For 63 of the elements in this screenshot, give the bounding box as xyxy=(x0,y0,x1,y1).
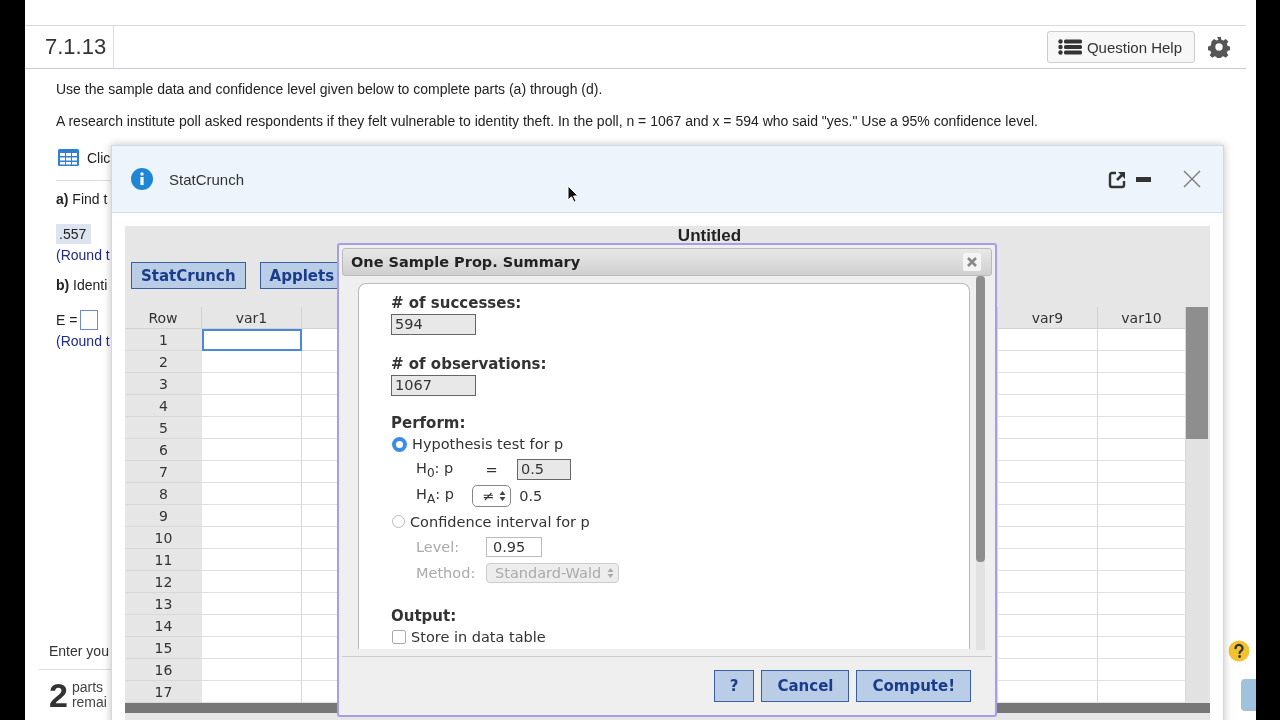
column-header[interactable]: var1 xyxy=(202,307,302,329)
radio-button[interactable] xyxy=(392,515,405,528)
answer-field[interactable]: .557 xyxy=(56,224,92,244)
scrollbar[interactable] xyxy=(976,276,985,650)
question-number: 7.1.13 xyxy=(25,26,115,68)
dialog-button[interactable]: ? xyxy=(713,670,755,702)
hint-text: (Round t xyxy=(56,333,110,349)
close-icon[interactable] xyxy=(1183,170,1201,188)
part-a-text: a) Find t xyxy=(56,191,108,207)
cursor-icon xyxy=(567,185,579,203)
answer-field[interactable] xyxy=(80,310,99,330)
column-header: Row xyxy=(125,307,202,329)
section-label: Perform: xyxy=(391,414,466,432)
option-label: Confidence interval for p xyxy=(410,513,590,530)
column-header[interactable]: var10 xyxy=(1098,307,1186,329)
hypothesis-label: H$_{0}$: p xyxy=(416,459,455,480)
instruction-text: A research institute poll asked respondents if they felt vulnerable to identity theft. In the poll, n = 1067 and x = 594 who said "yes." Use a 95% confidence level. xyxy=(56,113,1038,129)
value-text: 0.5 xyxy=(519,488,543,505)
hypothesis-label: H$_{A}$: p xyxy=(416,486,455,506)
checkbox-label: Store in data table xyxy=(411,628,546,645)
dialog-title: One Sample Prop. Summary xyxy=(351,254,581,270)
section-label: Output: xyxy=(391,606,457,625)
sheet-title: Untitled xyxy=(676,226,743,243)
parts-label: parts xyxy=(71,680,105,695)
menu-button[interactable]: StatCrunch xyxy=(131,262,246,289)
observations-field[interactable]: 1067 xyxy=(391,375,476,396)
question-help-button[interactable]: Question Help xyxy=(1046,31,1195,63)
field-label: # of observations: xyxy=(391,355,547,373)
table-cell[interactable] xyxy=(202,329,302,351)
prompt-text: Enter you xyxy=(49,643,109,659)
table-icon[interactable] xyxy=(58,149,79,166)
popout-icon[interactable] xyxy=(1108,169,1128,189)
successes-field[interactable]: 594 xyxy=(391,314,476,335)
dialog-button[interactable]: Compute! xyxy=(856,670,971,702)
sort-arrows-icon xyxy=(607,567,615,580)
sort-arrows-icon xyxy=(499,490,507,503)
instruction-text: Use the sample data and confidence level given below to complete parts (a) through (d). xyxy=(56,81,603,97)
null-value-field[interactable]: 0.5 xyxy=(517,459,571,481)
settings-icon[interactable] xyxy=(1208,36,1230,58)
parts-count: 2 xyxy=(49,675,68,715)
column-header[interactable]: var9 xyxy=(998,307,1098,329)
window-title: StatCrunch xyxy=(169,170,245,188)
checkbox[interactable] xyxy=(392,629,406,644)
list-icon xyxy=(1057,39,1082,55)
operator-dropdown[interactable]: ≠ xyxy=(472,485,512,508)
remaining-label: remai xyxy=(71,695,107,710)
tool-link[interactable]: Clic xyxy=(87,149,111,166)
scrollbar[interactable] xyxy=(1186,307,1208,703)
minimize-icon[interactable] xyxy=(1136,176,1151,182)
e-label: E = xyxy=(56,312,78,328)
field-label: # of successes: xyxy=(391,294,522,312)
radio-button[interactable] xyxy=(392,436,407,452)
option-label: Hypothesis test for p xyxy=(412,436,564,453)
method-label: Method: xyxy=(416,565,477,582)
level-field[interactable]: 0.95 xyxy=(486,536,542,557)
help-icon[interactable] xyxy=(1228,640,1250,662)
dialog-button[interactable]: Cancel xyxy=(761,670,850,702)
info-icon xyxy=(131,168,153,190)
operator-text: = xyxy=(484,461,499,478)
hint-text: (Round t xyxy=(56,247,110,263)
level-label: Level: xyxy=(416,538,461,555)
part-b-text: b) Identi xyxy=(56,277,108,293)
close-icon[interactable] xyxy=(963,253,981,271)
